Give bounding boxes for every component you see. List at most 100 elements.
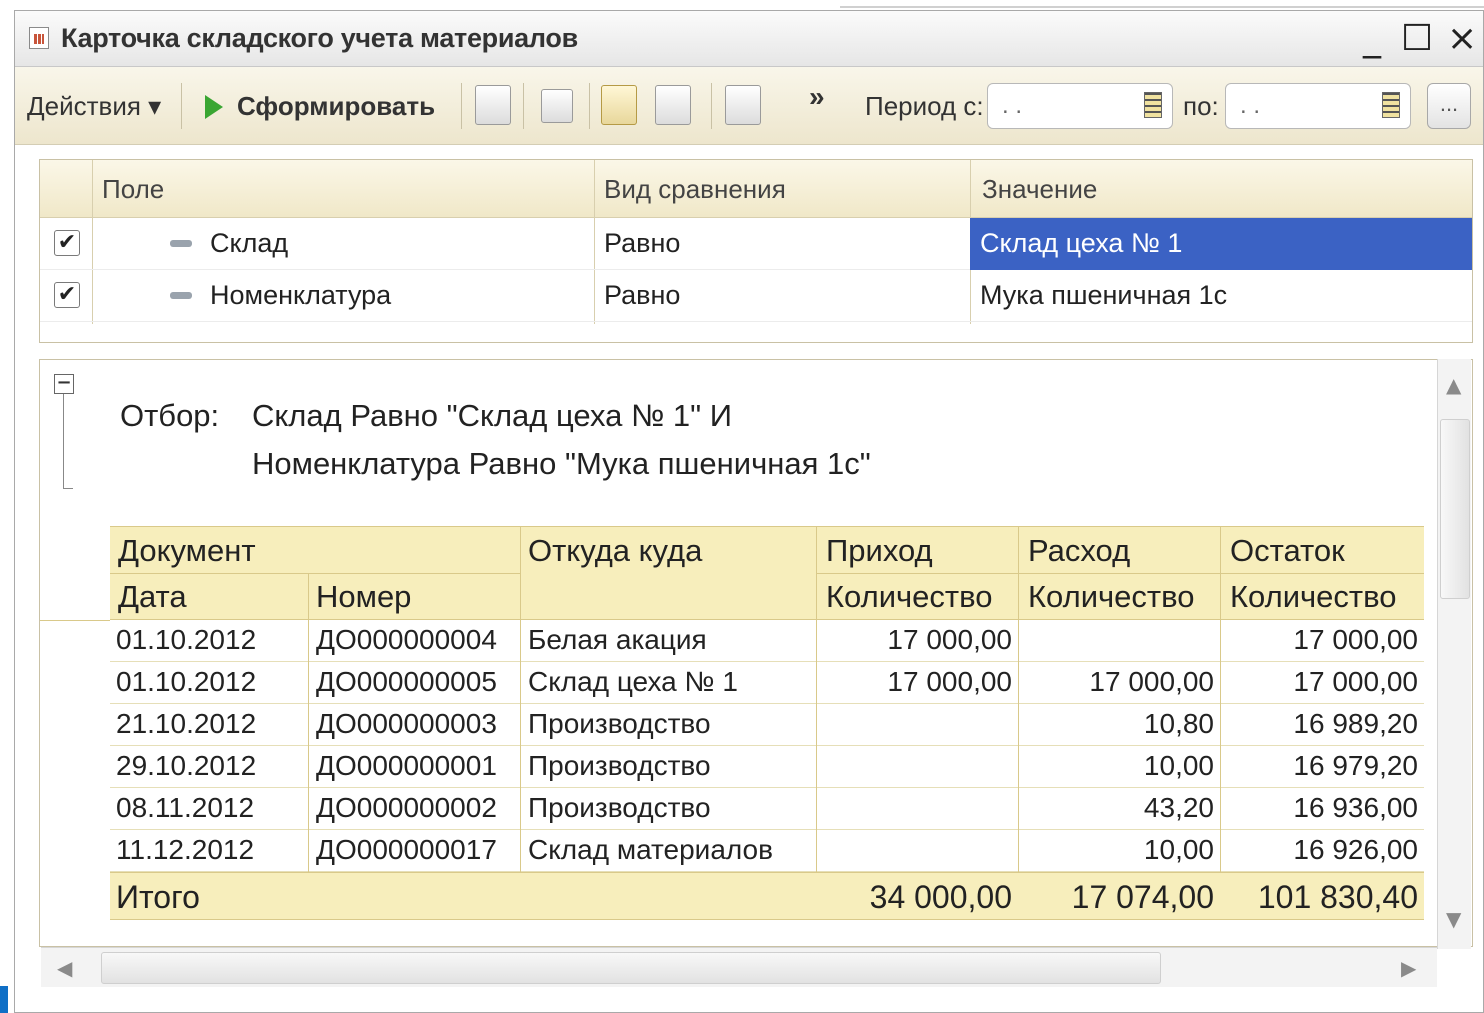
total-income: 34 000,00 <box>869 879 1012 915</box>
toolbar: Действия ▾ Сформировать » Период с: . . … <box>15 67 1483 145</box>
period-from-value: . . <box>1002 92 1023 119</box>
group-line <box>63 394 64 488</box>
header-expense-qty: Количество <box>1028 579 1195 614</box>
header-income: Приход <box>826 533 933 568</box>
cell-date: 08.11.2012 <box>116 792 255 823</box>
cell-number[interactable]: ДО000000004 <box>316 624 497 656</box>
filter-row-checkbox[interactable]: ✔ <box>54 282 80 308</box>
cell-income: 17 000,00 <box>887 624 1012 655</box>
toolbar-separator <box>711 83 712 129</box>
header-divider <box>520 527 521 621</box>
col-comparison-header[interactable]: Вид сравнения <box>604 174 786 205</box>
report-settings-icon[interactable] <box>541 89 573 123</box>
cell-from-to[interactable]: Производство <box>528 708 711 740</box>
cell-number[interactable]: ДО000000005 <box>316 666 497 698</box>
cell-from-to[interactable]: Производство <box>528 792 711 824</box>
cell-expense: 17 000,00 <box>1089 666 1214 697</box>
cell-income: 17 000,00 <box>887 666 1012 697</box>
cell-expense: 10,00 <box>1143 750 1214 781</box>
header-from-to: Откуда куда <box>528 533 703 568</box>
filter-row[interactable]: ✔ Склад Равно Склад цеха № 1 <box>40 218 1472 270</box>
horizontal-scrollbar[interactable]: ◀ ▶ <box>41 947 1437 987</box>
cell-number[interactable]: ДО000000002 <box>316 792 497 824</box>
report-filter-line: Склад Равно "Склад цеха № 1" И <box>252 398 732 433</box>
cell-from-to[interactable]: Склад цеха № 1 <box>528 666 738 698</box>
cell-from-to[interactable]: Склад материалов <box>528 834 773 866</box>
close-button[interactable]: × <box>1447 19 1477 59</box>
scroll-right-icon[interactable]: ▶ <box>1401 956 1416 980</box>
filter-comparison[interactable]: Равно <box>604 280 680 311</box>
filter-row[interactable]: ✔ Номенклатура Равно Мука пшеничная 1с <box>40 270 1472 322</box>
report-window: Карточка складского учета материалов _ ☐… <box>14 10 1484 1013</box>
total-row: Итого 34 000,00 17 074,00 101 830,40 <box>110 872 1424 920</box>
vertical-scrollbar[interactable]: ▲ ▼ <box>1437 359 1471 949</box>
report-filter-label: Отбор: <box>120 398 220 433</box>
cell-date: 01.10.2012 <box>116 666 257 697</box>
cell-number[interactable]: ДО000000017 <box>316 834 497 866</box>
cell-balance: 16 926,00 <box>1293 834 1418 865</box>
column-divider <box>308 620 309 872</box>
toolbar-separator <box>523 83 524 129</box>
total-label: Итого <box>116 879 200 915</box>
filter-value[interactable]: Мука пшеничная 1с <box>980 280 1227 311</box>
toolbar-separator <box>589 83 590 129</box>
minimize-button[interactable]: _ <box>1363 19 1381 59</box>
filter-table-header: Поле Вид сравнения Значение <box>40 160 1472 218</box>
col-field-header[interactable]: Поле <box>102 174 164 205</box>
period-select-button[interactable]: ... <box>1427 83 1471 129</box>
header-document: Документ <box>118 533 256 568</box>
cell-balance: 17 000,00 <box>1293 624 1418 655</box>
cell-balance: 16 989,20 <box>1293 708 1418 739</box>
scroll-up-icon[interactable]: ▲ <box>1446 373 1461 397</box>
header-expense: Расход <box>1028 533 1131 568</box>
filter-comparison[interactable]: Равно <box>604 228 680 259</box>
filter-icon[interactable] <box>601 85 637 125</box>
header-balance-qty: Количество <box>1230 579 1397 614</box>
header-divider <box>1220 527 1221 621</box>
cell-date: 21.10.2012 <box>116 708 257 739</box>
period-from-field[interactable]: . . <box>987 83 1173 129</box>
header-divider <box>1018 527 1019 621</box>
cell-expense: 10,00 <box>1143 834 1214 865</box>
field-icon <box>170 240 192 247</box>
report-icon <box>29 27 49 49</box>
cell-from-to[interactable]: Белая акация <box>528 624 707 656</box>
header-number: Номер <box>316 579 412 614</box>
field-icon <box>170 292 192 299</box>
cell-balance: 17 000,00 <box>1293 666 1418 697</box>
vertical-scroll-thumb[interactable] <box>1440 419 1470 599</box>
horizontal-scroll-thumb[interactable] <box>101 952 1161 984</box>
table-layout-icon[interactable] <box>655 85 691 125</box>
calendar-icon[interactable] <box>1144 92 1162 118</box>
filter-value[interactable]: Склад цеха № 1 <box>980 228 1182 259</box>
calendar-icon[interactable] <box>1382 92 1400 118</box>
report-table-header: Документ Дата Номер Откуда куда Приход К… <box>110 526 1424 621</box>
more-button[interactable]: » <box>809 81 825 113</box>
period-from-label: Период с: <box>865 91 984 121</box>
period-to-label: по: <box>1183 91 1219 121</box>
title-bar: Карточка складского учета материалов _ ☐… <box>15 11 1483 67</box>
filter-row-checkbox[interactable]: ✔ <box>54 230 80 256</box>
scroll-down-icon[interactable]: ▼ <box>1446 907 1461 931</box>
print-icon[interactable] <box>475 85 511 125</box>
header-divider <box>816 573 1424 574</box>
cell-number[interactable]: ДО000000001 <box>316 750 497 782</box>
collapse-group-button[interactable]: − <box>54 374 74 394</box>
cell-date: 01.10.2012 <box>116 624 257 655</box>
toolbar-separator <box>461 83 462 129</box>
period-to-field[interactable]: . . <box>1225 83 1411 129</box>
cell-from-to[interactable]: Производство <box>528 750 711 782</box>
period-to-value: . . <box>1240 92 1261 119</box>
cell-expense: 43,20 <box>1143 792 1214 823</box>
slide-corner-accent <box>0 986 8 1013</box>
play-icon <box>205 95 223 119</box>
cell-number[interactable]: ДО000000003 <box>316 708 497 740</box>
generate-button[interactable]: Сформировать <box>237 91 435 122</box>
maximize-button[interactable]: ☐ <box>1401 19 1433 59</box>
filter-table: Поле Вид сравнения Значение ✔ Склад Равн… <box>39 159 1473 343</box>
toolbar-separator <box>181 83 182 129</box>
export-icon[interactable] <box>725 85 761 125</box>
col-value-header[interactable]: Значение <box>982 174 1097 205</box>
scroll-left-icon[interactable]: ◀ <box>57 956 72 980</box>
actions-menu[interactable]: Действия ▾ <box>27 91 161 122</box>
